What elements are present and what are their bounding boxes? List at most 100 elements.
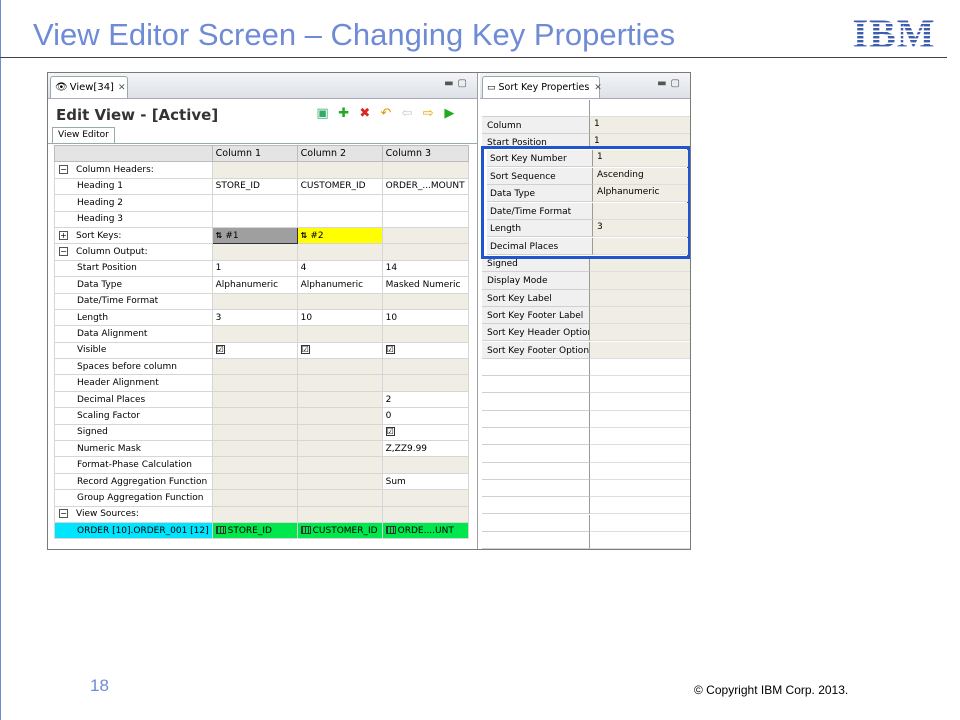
delete-icon[interactable]: ✖ (356, 106, 373, 121)
property-value[interactable] (590, 410, 690, 428)
property-row[interactable]: Sort Key Label (482, 289, 690, 307)
property-row[interactable]: Sort Key Footer Option (482, 341, 690, 359)
grid-cell[interactable]: 2 (381, 390, 469, 409)
property-row[interactable] (482, 428, 690, 446)
property-value[interactable] (593, 202, 688, 220)
grid-cell[interactable] (296, 505, 383, 523)
move-left-icon[interactable]: ⇦ (399, 106, 416, 121)
grid-cell[interactable] (296, 243, 383, 261)
grid-cell[interactable]: ORDER_...MOUNT (381, 177, 469, 196)
grid-cell[interactable] (296, 325, 383, 343)
checkbox[interactable]: ☑ (385, 427, 395, 437)
sort-key-property-row[interactable]: Date/Time Format (487, 202, 688, 220)
grid-cell[interactable] (211, 456, 298, 474)
maximize-icon[interactable]: ▢ (458, 78, 471, 89)
grid-cell[interactable] (211, 210, 298, 228)
grid-cell[interactable]: 3 (211, 308, 298, 327)
property-row[interactable]: Sort Key Footer Label (482, 306, 690, 325)
grid-cell[interactable] (211, 407, 298, 425)
property-row[interactable] (482, 358, 690, 377)
property-value[interactable]: 1 (590, 117, 690, 135)
grid-cell[interactable] (296, 407, 383, 425)
property-value[interactable] (590, 306, 690, 325)
property-row[interactable] (482, 514, 690, 532)
grid-cell[interactable] (211, 390, 298, 409)
grid-cell[interactable]: 0 (381, 407, 469, 425)
minimize-icon[interactable]: ▬ (444, 78, 457, 89)
property-value[interactable] (590, 341, 690, 359)
grid-cell[interactable]: 1 (211, 259, 298, 278)
grid-cell[interactable]: 10 (381, 308, 469, 327)
grid-cell[interactable] (296, 210, 383, 228)
property-value[interactable] (590, 393, 690, 411)
column-header[interactable]: Column 2 (296, 144, 383, 163)
grid-cell[interactable] (381, 243, 469, 261)
property-row[interactable] (482, 445, 690, 463)
grid-cell[interactable] (296, 194, 383, 212)
property-value[interactable] (590, 462, 690, 480)
grid-cell[interactable] (381, 325, 469, 343)
grid-cell[interactable]: Masked Numeric (381, 276, 469, 294)
checkbox[interactable]: ☑ (385, 345, 395, 355)
property-value[interactable] (590, 497, 690, 515)
property-value[interactable] (590, 531, 690, 550)
minimize-icon[interactable]: ▬ (657, 78, 670, 89)
sort-key-property-row[interactable]: Length 3 (487, 220, 688, 238)
grid-cell[interactable] (296, 456, 383, 474)
property-value[interactable] (590, 376, 690, 394)
grid-cell[interactable] (211, 325, 298, 343)
property-value[interactable] (590, 514, 690, 532)
grid-cell[interactable] (381, 505, 469, 523)
grid-cell[interactable] (211, 472, 298, 491)
grid-cell[interactable] (381, 226, 469, 245)
move-right-icon[interactable]: ⇨ (420, 106, 437, 121)
grid-cell[interactable] (381, 374, 469, 392)
property-row[interactable]: Display Mode (482, 272, 690, 290)
grid-cell[interactable] (211, 161, 298, 179)
grid-cell[interactable]: 14 (381, 259, 469, 278)
sort-key-property-row[interactable]: Sort Sequence Ascending (487, 167, 688, 185)
grid-cell[interactable] (296, 440, 383, 458)
property-row[interactable]: Column 1 (482, 117, 690, 135)
property-value[interactable] (590, 100, 690, 118)
property-value[interactable]: Alphanumeric (593, 185, 688, 203)
grid-cell[interactable]: Alphanumeric (211, 276, 298, 294)
close-icon[interactable]: ✕ (118, 83, 126, 93)
sort-key-property-row[interactable]: Sort Key Number 1 (487, 150, 688, 168)
run-icon[interactable]: ▶ (441, 106, 458, 121)
sort-key-property-row[interactable]: Decimal Places (487, 237, 688, 255)
grid-cell[interactable]: Sum (381, 472, 469, 491)
grid-cell[interactable] (296, 390, 383, 409)
grid-cell[interactable] (211, 292, 298, 310)
grid-cell[interactable] (211, 194, 298, 212)
grid-cell[interactable]: CUSTOMER_ID (296, 521, 383, 540)
grid-cell[interactable] (381, 210, 469, 228)
grid-cell[interactable]: CUSTOMER_ID (296, 177, 383, 196)
property-row[interactable]: Sort Key Header Option (482, 324, 690, 342)
property-value[interactable] (590, 358, 690, 377)
grid-cell[interactable] (296, 374, 383, 392)
expand-icon[interactable]: + (59, 230, 68, 240)
property-row[interactable] (482, 497, 690, 515)
grid-cell[interactable] (211, 505, 298, 523)
grid-cell[interactable] (296, 161, 383, 179)
property-value[interactable] (590, 428, 690, 446)
property-row[interactable] (482, 462, 690, 480)
grid-cell[interactable]: STORE_ID (211, 521, 298, 540)
property-row[interactable] (482, 100, 690, 118)
grid-cell[interactable] (296, 472, 383, 491)
property-value[interactable] (590, 272, 690, 290)
grid-cell[interactable]: ORDE....UNT (381, 521, 469, 540)
grid-cell[interactable] (296, 423, 383, 442)
grid-cell[interactable] (381, 358, 469, 376)
grid-cell[interactable]: 10 (296, 308, 383, 327)
grid-cell[interactable] (296, 292, 383, 310)
property-value[interactable] (590, 324, 690, 342)
collapse-icon[interactable]: − (59, 165, 68, 175)
grid-cell[interactable] (381, 161, 469, 179)
property-value[interactable] (590, 289, 690, 307)
collapse-icon[interactable]: − (59, 247, 68, 257)
save-icon[interactable]: ▣ (314, 106, 331, 121)
property-row[interactable] (482, 376, 690, 394)
column-header[interactable]: Column 1 (211, 144, 298, 163)
